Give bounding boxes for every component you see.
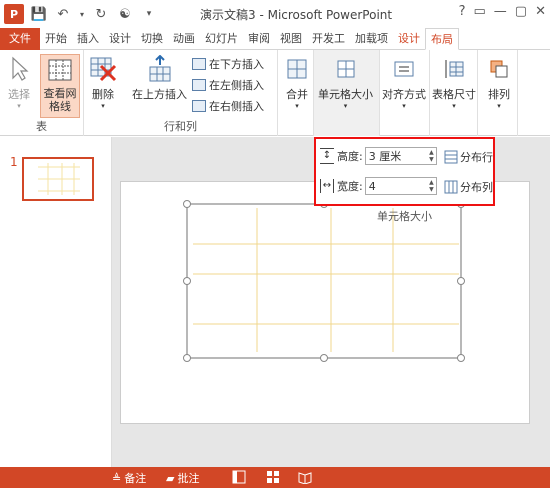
group-arrange: 排列 ▾ xyxy=(478,50,518,136)
redo-icon[interactable]: ↻ xyxy=(92,5,110,23)
window-title: 演示文稿3 - Microsoft PowerPoint xyxy=(200,8,393,22)
table-size-button[interactable]: 表格尺寸 ▾ xyxy=(432,54,476,110)
cell-size-dropdown: ↕ 高度: 3 厘米 ▲ ▼ 分布行 ↔ 宽度: 4 ▲ ▼ 分布列 xyxy=(314,137,495,206)
insert-left-button[interactable]: 在左侧插入 xyxy=(192,77,264,93)
tab-home[interactable]: 开始 xyxy=(40,28,72,50)
undo-dropdown-icon[interactable]: ▾ xyxy=(78,5,86,23)
tab-developer[interactable]: 开发工 xyxy=(307,28,350,50)
title-bar: P 💾 ↶ ▾ ↻ ☯ ▾ 演示文稿3 - Microsoft PowerPoi… xyxy=(0,0,550,28)
insert-below-button[interactable]: 在下方插入 xyxy=(192,56,264,72)
row-height-icon: ↕ xyxy=(320,148,334,164)
tab-view[interactable]: 视图 xyxy=(275,28,307,50)
insert-above-button[interactable]: 在上方插入 xyxy=(132,54,187,102)
table-object xyxy=(183,200,465,362)
save-icon[interactable]: 💾 xyxy=(30,5,48,23)
delete-button[interactable]: 删除 ▾ xyxy=(88,54,118,110)
group-rows-columns: 删除 ▾ 在上方插入 在下方插入 在左侧插入 在右侧插入 行和列 xyxy=(84,50,278,136)
select-arrow-icon xyxy=(4,54,34,84)
comments-button[interactable]: ▰ 批注 xyxy=(166,470,199,486)
alignment-button[interactable]: 对齐方式 ▾ xyxy=(382,54,426,110)
tab-animations[interactable]: 动画 xyxy=(168,28,200,50)
tab-review[interactable]: 审阅 xyxy=(243,28,275,50)
powerpoint-logo-icon: P xyxy=(4,4,24,24)
cell-size-group-label: 单元格大小 xyxy=(377,210,432,223)
width-row: ↔ 宽度: 4 ▲ ▼ xyxy=(320,177,437,195)
normal-view-icon[interactable] xyxy=(232,470,246,484)
ribbon: 选择 ▾ 查看网格线 表 删除 ▾ 在上方插入 在下方插入 在左侧插入 在右侧插… xyxy=(0,50,550,136)
slide-sorter-icon[interactable] xyxy=(266,470,280,484)
cell-size-icon xyxy=(331,54,361,84)
maximize-icon[interactable]: ▢ xyxy=(515,4,527,19)
ribbon-display-icon[interactable]: ▭ xyxy=(474,4,486,19)
tab-insert[interactable]: 插入 xyxy=(72,28,104,50)
tab-file[interactable]: 文件 xyxy=(0,28,40,50)
group-merge: 合并 ▾ xyxy=(278,50,314,136)
tab-table-design[interactable]: 设计 xyxy=(393,28,425,50)
view-gridlines-button[interactable]: 查看网格线 xyxy=(40,54,80,118)
tab-design[interactable]: 设计 xyxy=(104,28,136,50)
tab-addins[interactable]: 加载项 xyxy=(350,28,393,50)
distribute-rows-button[interactable]: 分布行 xyxy=(444,149,493,165)
height-input[interactable]: 3 厘米 ▲ ▼ xyxy=(364,147,437,165)
customize-qat-icon[interactable]: ▾ xyxy=(140,5,158,23)
present-icon[interactable]: ☯ xyxy=(116,5,134,23)
notes-icon: ≜ xyxy=(112,471,122,485)
group-table: 选择 ▾ 查看网格线 表 xyxy=(0,50,84,136)
slide-thumbnail[interactable] xyxy=(22,157,94,201)
insert-right-button[interactable]: 在右侧插入 xyxy=(192,98,264,114)
insert-left-icon xyxy=(192,79,206,91)
tab-table-layout[interactable]: 布局 xyxy=(425,28,459,50)
comments-icon: ▰ xyxy=(166,471,175,485)
merge-button[interactable]: 合并 ▾ xyxy=(282,54,312,110)
tab-transitions[interactable]: 切换 xyxy=(136,28,168,50)
group-table-size: 表格尺寸 ▾ xyxy=(430,50,478,136)
undo-icon[interactable]: ↶ xyxy=(54,5,72,23)
height-row: ↕ 高度: 3 厘米 ▲ ▼ xyxy=(320,147,437,165)
alignment-icon xyxy=(389,54,419,84)
window-controls: ? ▭ — ▢ ✕ xyxy=(459,4,546,19)
slide-number: 1 xyxy=(10,155,18,169)
delete-table-icon xyxy=(88,54,118,84)
group-cell-size-button: 单元格大小 ▾ xyxy=(314,50,380,136)
table-size-icon xyxy=(439,54,469,84)
tab-slideshow[interactable]: 幻灯片 xyxy=(200,28,243,50)
ribbon-tabs: 文件 开始 插入 设计 切换 动画 幻灯片 审阅 视图 开发工 加载项 设计 布… xyxy=(0,28,550,50)
gridlines-icon xyxy=(45,55,75,85)
column-width-icon: ↔ xyxy=(320,179,334,193)
insert-right-icon xyxy=(192,100,206,112)
group-alignment: 对齐方式 ▾ xyxy=(380,50,430,136)
width-spinner-arrows-icon[interactable]: ▲ ▼ xyxy=(429,179,434,193)
height-spinner-arrows-icon[interactable]: ▲ ▼ xyxy=(429,149,434,163)
insert-below-icon xyxy=(192,58,206,70)
distribute-columns-icon xyxy=(444,180,458,194)
distribute-rows-icon xyxy=(444,150,458,164)
quick-access-toolbar: P 💾 ↶ ▾ ↻ ☯ ▾ xyxy=(4,4,158,24)
close-icon[interactable]: ✕ xyxy=(535,4,546,19)
slide-thumbnail-pane: 1 xyxy=(0,137,112,467)
distribute-columns-button[interactable]: 分布列 xyxy=(444,179,493,195)
width-input[interactable]: 4 ▲ ▼ xyxy=(364,177,437,195)
arrange-button[interactable]: 排列 ▾ xyxy=(484,54,514,110)
notes-button[interactable]: ≜ 备注 xyxy=(112,470,146,486)
help-icon[interactable]: ? xyxy=(459,4,466,19)
select-button[interactable]: 选择 ▾ xyxy=(4,54,34,110)
arrange-icon xyxy=(484,54,514,84)
status-bar: ≜ 备注 ▰ 批注 xyxy=(0,467,550,488)
reading-view-icon[interactable] xyxy=(298,470,312,484)
cell-size-button[interactable]: 单元格大小 ▾ xyxy=(318,54,373,110)
merge-cells-icon xyxy=(282,54,312,84)
insert-above-icon xyxy=(145,54,175,84)
minimize-icon[interactable]: — xyxy=(494,4,507,19)
